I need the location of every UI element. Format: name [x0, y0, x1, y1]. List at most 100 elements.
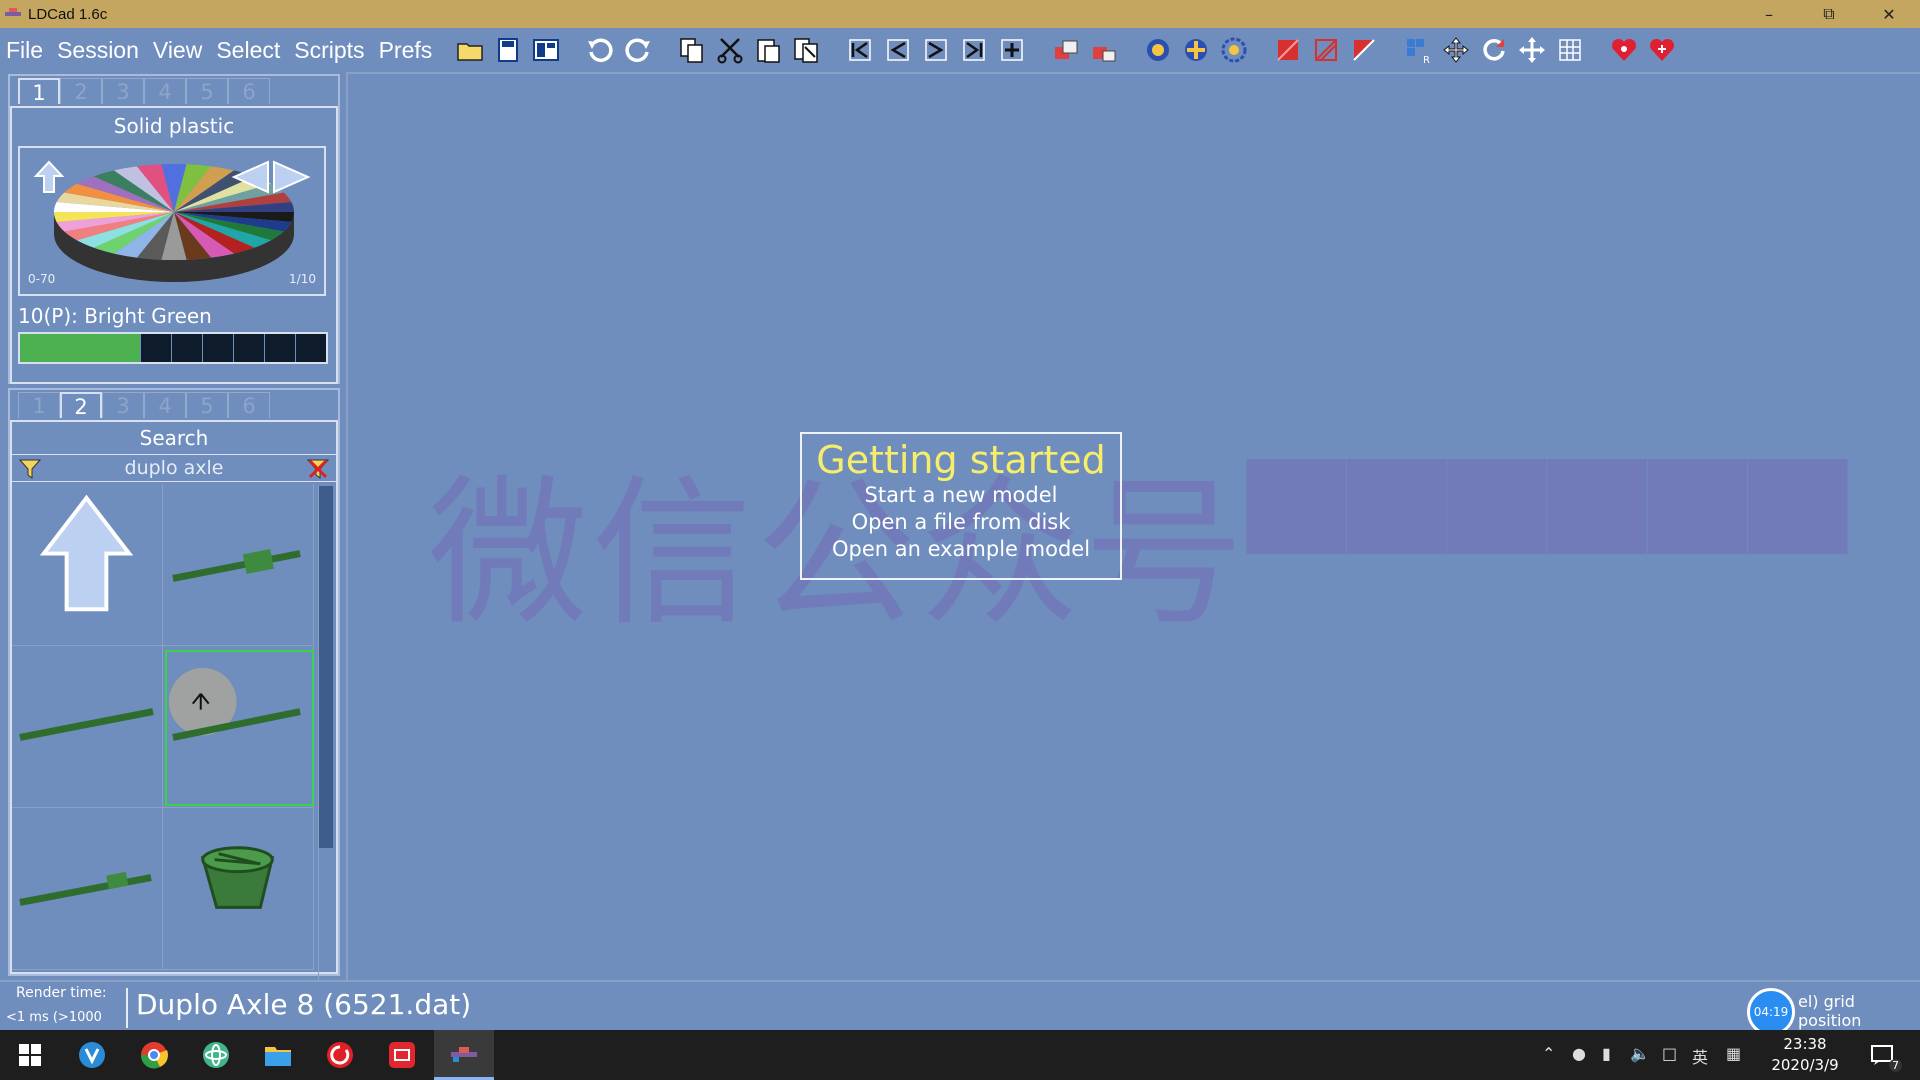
color-swatch-empty[interactable]	[172, 334, 203, 362]
qq-tray-icon[interactable]: ●	[1572, 1044, 1586, 1063]
hide-icon[interactable]	[1271, 33, 1305, 67]
atom-icon[interactable]	[186, 1030, 246, 1080]
taskbar: ⌃ ● ▮ 🔈 □ 英 ▦ 23:38 2020/3/9 7	[0, 1030, 1920, 1080]
restore-button[interactable]: ⧉	[1800, 0, 1858, 28]
first-step-icon[interactable]	[843, 33, 877, 67]
color-tab-4[interactable]: 4	[144, 78, 186, 104]
open-file-link[interactable]: Open a file from disk	[802, 509, 1120, 536]
parts-tab-1[interactable]: 1	[18, 392, 60, 418]
save-all-icon[interactable]	[529, 33, 563, 67]
part-tile-up-arrow[interactable]	[12, 484, 163, 646]
clock[interactable]: 23:38 2020/3/9	[1770, 1034, 1840, 1076]
minimize-button[interactable]: –	[1740, 0, 1798, 28]
search-input[interactable]: duplo axle	[12, 455, 336, 481]
move-icon[interactable]	[1439, 33, 1473, 67]
grid-icon[interactable]	[1553, 33, 1587, 67]
paste-special-icon[interactable]	[789, 33, 823, 67]
add-step-icon[interactable]	[995, 33, 1029, 67]
menu-file[interactable]: File	[0, 37, 50, 64]
copy-icon[interactable]	[675, 33, 709, 67]
menu-session[interactable]: Session	[50, 37, 146, 64]
network-icon[interactable]: □	[1662, 1044, 1677, 1063]
up-arrow-icon[interactable]	[34, 160, 64, 194]
part-tile-duplo-axle-short-bushing[interactable]	[12, 808, 163, 970]
notification-icon[interactable]: 7	[1852, 1030, 1912, 1080]
parts-scrollbar[interactable]	[318, 486, 333, 988]
netease-music-icon[interactable]	[310, 1030, 370, 1080]
filter-icon[interactable]	[18, 457, 42, 481]
color-swatch-empty[interactable]	[265, 334, 296, 362]
color-cycle-icon[interactable]	[1217, 33, 1251, 67]
color-tab-6[interactable]: 6	[228, 78, 270, 104]
ime-indicator[interactable]: 英	[1692, 1044, 1708, 1068]
color-pick-icon[interactable]	[1141, 33, 1175, 67]
color-tabs: 1 2 3 4 5 6	[10, 76, 338, 105]
parts-tab-4[interactable]: 4	[144, 392, 186, 418]
pan-icon[interactable]	[1515, 33, 1549, 67]
volume-icon[interactable]: 🔈	[1630, 1044, 1650, 1063]
part-tile-duplo-axle-long[interactable]	[12, 646, 163, 808]
next-step-icon[interactable]	[919, 33, 953, 67]
color-apply-icon[interactable]	[1179, 33, 1213, 67]
parts-panel: 1 2 3 4 5 6 Search duplo axle	[8, 388, 340, 988]
color-tab-5[interactable]: 5	[186, 78, 228, 104]
tray-chevron-icon[interactable]: ⌃	[1542, 1044, 1555, 1063]
open-folder-icon[interactable]	[453, 33, 487, 67]
undo-icon[interactable]	[583, 33, 617, 67]
ime-mode-icon[interactable]: ▦	[1726, 1044, 1741, 1063]
chrome-icon[interactable]	[124, 1030, 184, 1080]
favorite-add-icon[interactable]	[1645, 33, 1679, 67]
submodel-icon[interactable]	[1049, 33, 1083, 67]
parts-grid	[12, 484, 318, 990]
parts-tab-5[interactable]: 5	[186, 392, 228, 418]
clear-filter-icon[interactable]	[306, 457, 330, 481]
favorite-icon[interactable]	[1607, 33, 1641, 67]
file-explorer-icon[interactable]	[248, 1030, 308, 1080]
search-bar[interactable]: duplo axle	[12, 454, 336, 482]
paste-icon[interactable]	[751, 33, 785, 67]
menu-scripts[interactable]: Scripts	[287, 37, 371, 64]
close-button[interactable]: ✕	[1860, 0, 1918, 28]
color-tab-1[interactable]: 1	[18, 78, 60, 105]
menu-select[interactable]: Select	[209, 37, 287, 64]
window-title: LDCad 1.6c	[28, 5, 108, 23]
ldcad-taskbar-icon[interactable]	[434, 1030, 494, 1080]
parts-tab-2[interactable]: 2	[60, 392, 102, 419]
parts-tab-3[interactable]: 3	[102, 392, 144, 418]
color-swatch-empty[interactable]	[234, 334, 265, 362]
cut-icon[interactable]	[713, 33, 747, 67]
save-icon[interactable]	[491, 33, 525, 67]
prev-page-icon[interactable]	[230, 160, 270, 194]
rotation-ref-icon[interactable]: R	[1401, 33, 1435, 67]
color-tab-3[interactable]: 3	[102, 78, 144, 104]
color-swatch-empty[interactable]	[141, 334, 172, 362]
color-panel: 1 2 3 4 5 6 Solid plastic 0-70 1/10 10(P…	[8, 74, 340, 384]
part-tile-duplo-axle-bushing[interactable]	[163, 484, 314, 646]
color-swatch-bright-green[interactable]	[20, 334, 141, 362]
menu-prefs[interactable]: Prefs	[372, 37, 440, 64]
open-example-link[interactable]: Open an example model	[802, 536, 1120, 563]
scroll-thumb[interactable]	[319, 486, 333, 848]
vscode-icon[interactable]	[62, 1030, 122, 1080]
parts-tab-6[interactable]: 6	[228, 392, 270, 418]
menu-view[interactable]: View	[146, 37, 209, 64]
color-swatch-empty[interactable]	[296, 334, 326, 362]
next-page-icon[interactable]	[272, 160, 312, 194]
last-step-icon[interactable]	[957, 33, 991, 67]
battery-icon[interactable]: ▮	[1602, 1044, 1611, 1063]
color-swatch-empty[interactable]	[203, 334, 234, 362]
redo-icon[interactable]	[621, 33, 655, 67]
part-tile-duplo-axle-8[interactable]	[163, 646, 314, 808]
prev-step-icon[interactable]	[881, 33, 915, 67]
start-new-model-link[interactable]: Start a new model	[802, 482, 1120, 509]
unhide-icon[interactable]	[1347, 33, 1381, 67]
rotate-icon[interactable]	[1477, 33, 1511, 67]
color-tab-2[interactable]: 2	[60, 78, 102, 104]
part-tile-duplo-wheel-holder[interactable]	[163, 808, 314, 970]
start-icon[interactable]	[0, 1030, 60, 1080]
hide-others-icon[interactable]	[1309, 33, 1343, 67]
submodel-add-icon[interactable]	[1087, 33, 1121, 67]
color-wheel[interactable]: 0-70 1/10	[18, 146, 326, 296]
model-viewport[interactable]: 微信公众号▀▀▀▀▀▀ Getting started Start a new …	[346, 72, 1920, 980]
youdao-icon[interactable]	[372, 1030, 432, 1080]
